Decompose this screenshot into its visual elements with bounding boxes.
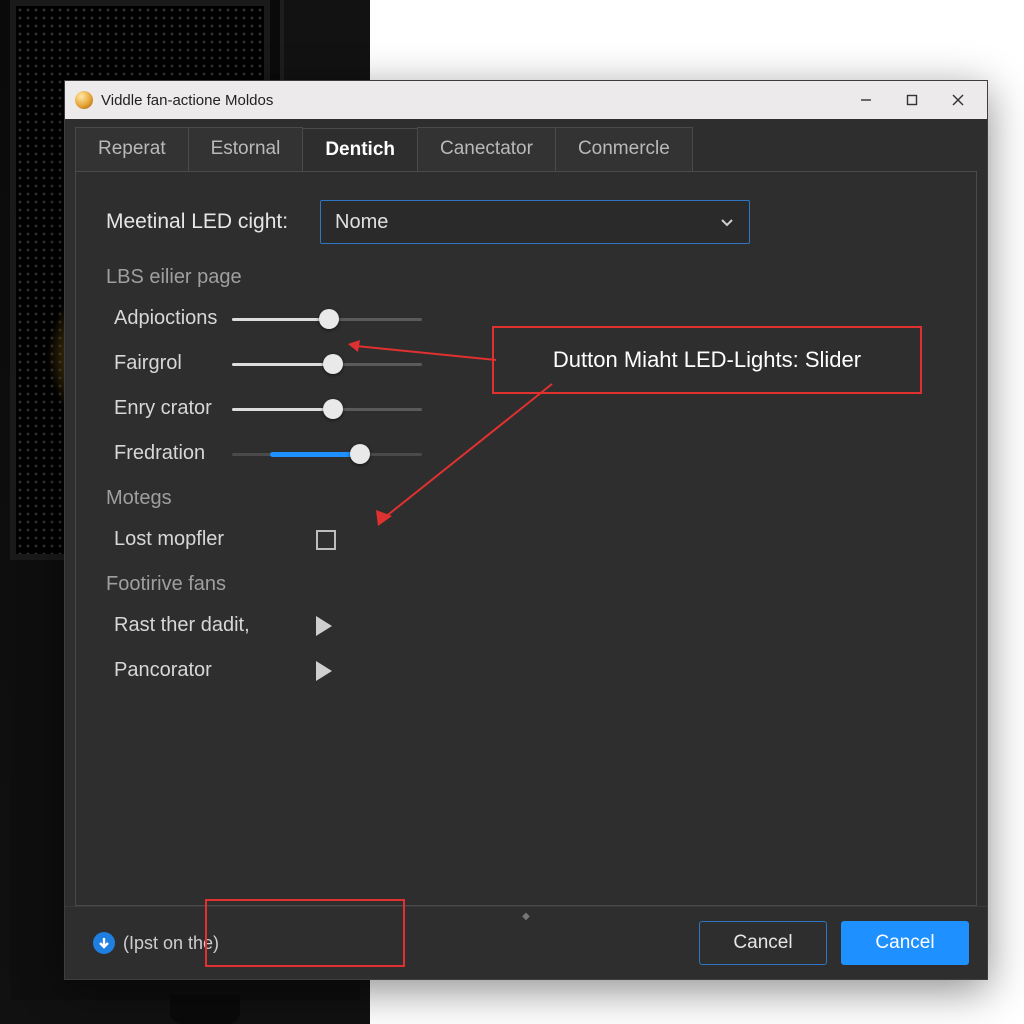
- slider2-label: Fairgrol: [106, 352, 232, 375]
- annotation-footer-highlight: [205, 899, 405, 967]
- download-icon: [93, 932, 115, 954]
- fan2-label: Pancorator: [106, 659, 316, 682]
- resize-grip-icon[interactable]: [522, 906, 530, 924]
- slider1-label: Adpioctions: [106, 307, 232, 330]
- dialog-footer: (Ipst on the) Cancel Cancel: [65, 906, 987, 979]
- annotation-text: Dutton Miaht LED-Lights: Slider: [553, 347, 861, 373]
- ok-button[interactable]: Cancel: [841, 921, 969, 965]
- slider4-label: Fredration: [106, 442, 232, 465]
- minimize-icon: [860, 94, 872, 106]
- tab-canectator[interactable]: Canectator: [417, 127, 556, 171]
- titlebar[interactable]: Viddle fan-actione Moldos: [65, 81, 987, 119]
- fan1-label: Rast ther dadit,: [106, 614, 316, 637]
- lostmopfler-checkbox[interactable]: [316, 530, 336, 550]
- fans-section-title: Footirive fans: [106, 573, 946, 596]
- close-icon: [952, 94, 964, 106]
- cancel-button[interactable]: Cancel: [699, 921, 827, 965]
- maximize-icon: [906, 94, 918, 106]
- ok-label: Cancel: [875, 932, 934, 954]
- tab-content: Meetinal LED cight: Nome LBS eilier page…: [75, 171, 977, 906]
- annotation-arrow-1: [346, 340, 496, 370]
- play-icon[interactable]: [316, 616, 332, 636]
- minimize-button[interactable]: [843, 81, 889, 119]
- close-button[interactable]: [935, 81, 981, 119]
- tab-bar: Reperat Estornal Dentich Canectator Conm…: [65, 119, 987, 171]
- settings-dialog: Viddle fan-actione Moldos Reperat Estorn…: [64, 80, 988, 980]
- tab-conmercle[interactable]: Conmercle: [555, 127, 693, 171]
- case-foot: [170, 994, 240, 1024]
- tab-dentich[interactable]: Dentich: [302, 128, 418, 172]
- slider-adpioctions[interactable]: [232, 309, 422, 329]
- app-icon: [75, 91, 93, 109]
- cancel-label: Cancel: [733, 932, 792, 954]
- slider3-label: Enry crator: [106, 397, 232, 420]
- led-mode-select[interactable]: Nome: [320, 200, 750, 244]
- chevron-down-icon: [719, 214, 735, 230]
- led-mode-label: Meetinal LED cight:: [106, 210, 320, 234]
- maximize-button[interactable]: [889, 81, 935, 119]
- tab-estornal[interactable]: Estornal: [188, 127, 304, 171]
- play-icon[interactable]: [316, 661, 332, 681]
- lostmopfler-label: Lost mopfler: [106, 528, 316, 551]
- annotation-arrow-2: [372, 382, 572, 532]
- led-mode-value: Nome: [335, 211, 388, 234]
- tab-reperat[interactable]: Reperat: [75, 127, 189, 171]
- window-title: Viddle fan-actione Moldos: [101, 92, 273, 109]
- sliders-section-title: LBS eilier page: [106, 266, 946, 289]
